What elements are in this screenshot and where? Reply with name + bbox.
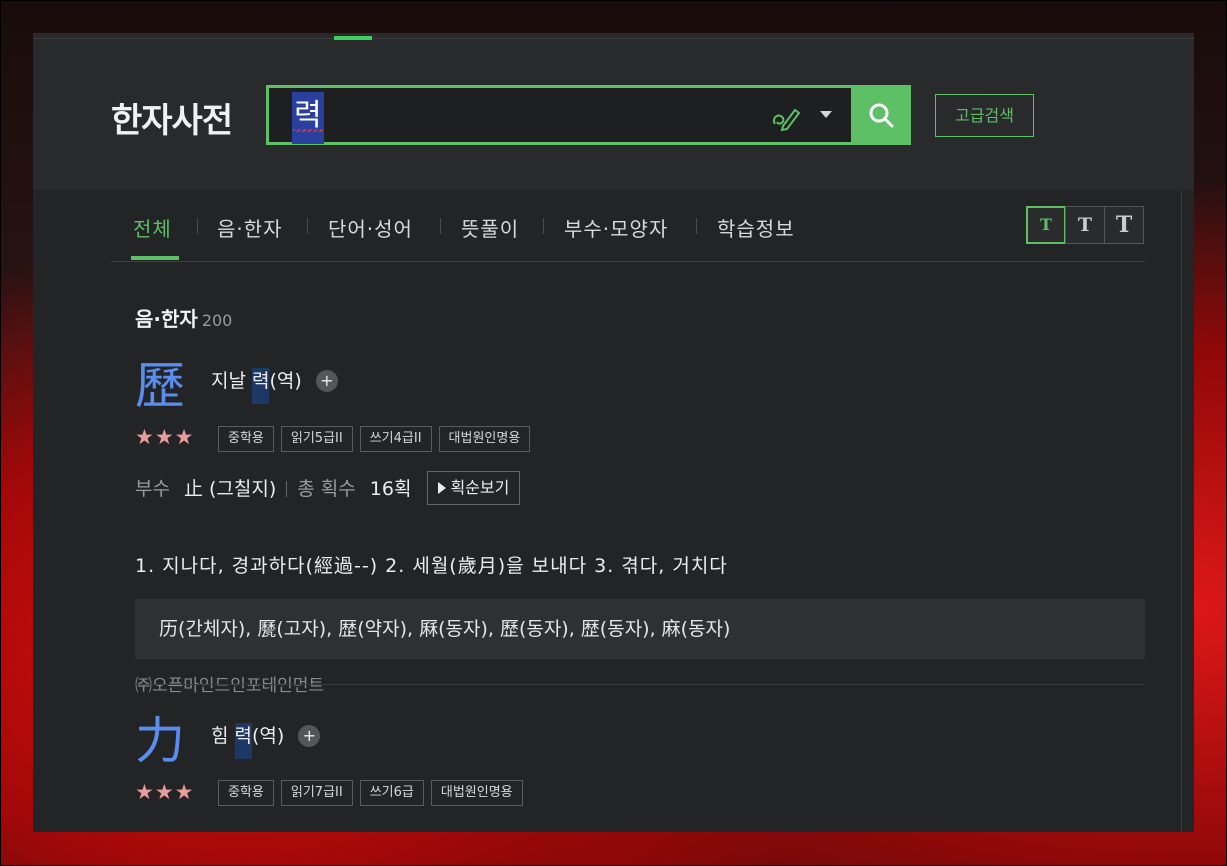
play-icon xyxy=(438,482,447,494)
badge-list: 중학용 읽기7급II 쓰기6급 대법원인명용 xyxy=(218,780,523,806)
level-badge: 쓰기6급 xyxy=(359,780,424,806)
meaning-list: 1. 지나다, 경과하다(經過--) 2. 세월(歲月)을 보내다 3. 겪다,… xyxy=(135,555,728,577)
radical-label: 부수 xyxy=(135,478,170,500)
reading-meaning: 힘 xyxy=(211,725,235,747)
reading-alt: (역) xyxy=(269,370,302,392)
level-badge: 중학용 xyxy=(218,426,274,452)
info-divider xyxy=(286,481,288,497)
scrollbar-track[interactable] xyxy=(1181,190,1182,832)
tab-meaning[interactable]: 뜻풀이 xyxy=(461,213,519,242)
header: 한자사전 력 고급검색 xyxy=(33,33,1194,190)
tab-separator xyxy=(543,218,544,234)
tab-all[interactable]: 전체 xyxy=(133,213,172,242)
tab-separator xyxy=(440,218,441,234)
radical-value[interactable]: 止 (그칠지) xyxy=(184,478,276,500)
search-input[interactable]: 력 xyxy=(292,92,324,144)
section-title: 음·한자 200 xyxy=(135,303,232,332)
hanja-entry: 力 힘 력(역) + ★★★ 중학용 읽기7급II 쓰기6급 대법원인명용 xyxy=(135,711,1145,832)
chevron-down-icon[interactable] xyxy=(820,111,832,118)
level-badge: 읽기5급II xyxy=(280,426,353,452)
dictionary-window: 한자사전 력 고급검색 전체 음·한자 단어·성어 뜻풀이 부수·모양자 학습정… xyxy=(33,33,1194,832)
importance-stars: ★★★ xyxy=(135,780,195,804)
reading-meaning: 지날 xyxy=(211,370,252,392)
importance-stars: ★★★ xyxy=(135,425,195,449)
active-indicator xyxy=(334,36,372,40)
section-count: 200 xyxy=(201,311,233,330)
strokes-label: 총 획수 xyxy=(297,478,356,500)
badge-list: 중학용 읽기5급II 쓰기4급II 대법원인명용 xyxy=(218,426,531,452)
level-badge: 읽기7급II xyxy=(280,780,353,806)
hanja-reading: 지날 력(역) + xyxy=(211,368,338,404)
tab-sound-hanja[interactable]: 음·한자 xyxy=(217,213,283,242)
search-button[interactable] xyxy=(851,85,911,145)
tab-active-underline xyxy=(131,256,179,260)
reading-highlight: 력 xyxy=(252,368,270,404)
level-badge: 대법원인명용 xyxy=(430,780,523,806)
handwriting-pen-icon[interactable] xyxy=(769,100,803,134)
strokes-value: 16획 xyxy=(369,478,412,500)
hanja-character[interactable]: 力 xyxy=(135,711,185,771)
level-badge: 쓰기4급II xyxy=(359,426,432,452)
entry-divider xyxy=(135,684,1145,685)
logo[interactable]: 한자사전 xyxy=(111,93,233,142)
text-size-medium-button[interactable]: T xyxy=(1065,206,1105,244)
tab-separator xyxy=(307,218,308,234)
stroke-order-button[interactable]: 획순보기 xyxy=(427,471,521,505)
radical-stroke-info: 부수 止 (그칠지) 총 획수 16획 획순보기 xyxy=(135,471,521,505)
hanja-character[interactable]: 歷 xyxy=(135,356,185,416)
top-divider xyxy=(33,38,1194,39)
tab-bar: 전체 음·한자 단어·성어 뜻풀이 부수·모양자 학습정보 T T T xyxy=(111,193,1145,262)
search-box[interactable]: 력 xyxy=(266,85,854,145)
text-size-small-button[interactable]: T xyxy=(1026,206,1066,244)
tab-study-info[interactable]: 학습정보 xyxy=(717,213,795,242)
section-title-text: 음·한자 xyxy=(135,307,198,331)
hanja-reading: 힘 력(역) + xyxy=(211,723,321,759)
stroke-order-label: 획순보기 xyxy=(450,478,510,497)
variant-forms: 历(간체자), 㽁(고자), 歴(약자), 厤(동자), 歷(동자), 歴(동자… xyxy=(135,599,1145,659)
level-badge: 대법원인명용 xyxy=(438,426,531,452)
tab-separator xyxy=(197,218,198,234)
level-badge: 중학용 xyxy=(218,780,274,806)
tab-words-idioms[interactable]: 단어·성어 xyxy=(328,213,413,242)
hanja-entry: 歷 지날 력(역) + ★★★ 중학용 읽기5급II 쓰기4급II 대법원인명용 … xyxy=(135,356,1145,696)
advanced-search-button[interactable]: 고급검색 xyxy=(935,94,1034,137)
text-size-large-button[interactable]: T xyxy=(1104,206,1144,244)
tab-separator xyxy=(696,218,697,234)
search-icon xyxy=(869,103,894,128)
plus-icon[interactable]: + xyxy=(315,370,338,392)
reading-alt: (역) xyxy=(252,725,285,747)
reading-highlight: 력 xyxy=(234,723,253,759)
plus-icon[interactable]: + xyxy=(298,725,321,747)
tab-radical[interactable]: 부수·모양자 xyxy=(564,213,668,242)
